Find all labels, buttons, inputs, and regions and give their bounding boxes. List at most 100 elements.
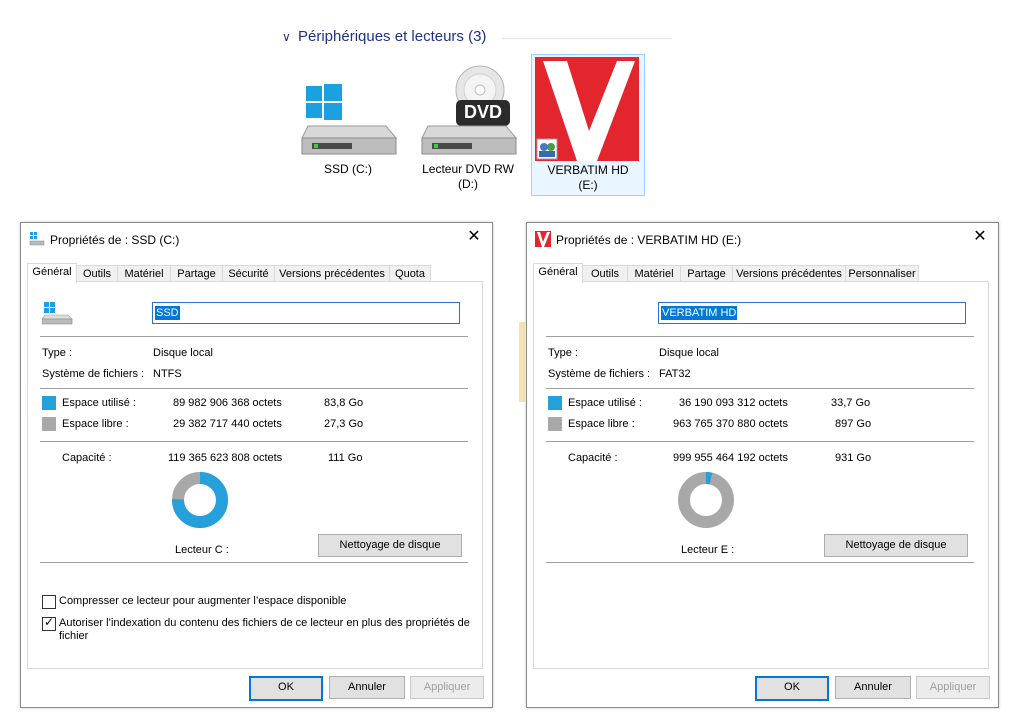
ssd-drive-icon [301, 84, 398, 155]
free-bytes: 29 382 717 440 octets [173, 418, 282, 430]
free-swatch [42, 417, 56, 431]
ok-button[interactable]: OK [249, 676, 323, 701]
drive-label-e-line2: (E:) [578, 178, 598, 192]
capacity-bytes: 999 955 464 192 octets [673, 452, 788, 464]
dialog-title: Propriétés de : VERBATIM HD (E:) [556, 233, 742, 247]
general-panel: VERBATIM HD Type : Disque local Système … [533, 281, 989, 669]
type-label: Type : [42, 347, 72, 359]
drive-item-dvd-d[interactable]: DVD Lecteur DVD RW (D:) [412, 62, 524, 192]
tab-outils[interactable]: Outils [76, 265, 118, 282]
capacity-label: Capacité : [568, 452, 618, 464]
filesystem-label: Système de fichiers : [42, 368, 145, 380]
drive-name-input[interactable]: VERBATIM HD [658, 302, 966, 324]
compress-label: Compresser ce lecteur pour augmenter l’e… [59, 595, 347, 607]
drive-letter-label: Lecteur C : [175, 544, 229, 556]
verbatim-logo-icon [535, 57, 639, 161]
tab-general[interactable]: Général [27, 263, 77, 283]
free-swatch [548, 417, 562, 431]
tab-materiel[interactable]: Matériel [627, 265, 681, 282]
drive-label-c: SSD (C:) [324, 162, 372, 176]
divider [40, 441, 468, 442]
apply-button: Appliquer [916, 676, 990, 699]
used-swatch [42, 396, 56, 410]
divider [40, 336, 468, 337]
ssd-drive-icon [29, 232, 45, 246]
verbatim-logo-icon [535, 231, 551, 247]
tab-versions[interactable]: Versions précédentes [274, 265, 390, 282]
free-short: 27,3 Go [324, 418, 364, 430]
used-label: Espace utilisé : [62, 397, 136, 409]
capacity-short: 111 Go [328, 452, 363, 464]
index-label-line1: Autoriser l’indexation du contenu des fi… [59, 617, 470, 629]
drive-item-ssd-c[interactable]: SSD (C:) [292, 78, 404, 188]
drive-label-d-line2: (D:) [458, 177, 478, 191]
titlebar[interactable]: Propriétés de : SSD (C:) ✕ [21, 223, 492, 253]
divider [546, 388, 974, 389]
used-label: Espace utilisé : [568, 397, 642, 409]
tab-partage[interactable]: Partage [170, 265, 223, 282]
tab-personnaliser[interactable]: Personnaliser [845, 265, 919, 282]
drive-name-value: SSD [155, 306, 180, 320]
properties-dialog-c: Propriétés de : SSD (C:) ✕ Général Outil… [20, 222, 493, 708]
type-value: Disque local [659, 347, 719, 359]
filesystem-value: FAT32 [659, 368, 691, 380]
drive-label-e-line1: VERBATIM HD [547, 163, 629, 177]
divider [40, 388, 468, 389]
tab-versions[interactable]: Versions précédentes [732, 265, 846, 282]
type-value: Disque local [153, 347, 213, 359]
usage-donut-chart [172, 472, 228, 528]
background-window-edge [519, 322, 525, 402]
close-button[interactable]: ✕ [464, 227, 484, 247]
dialog-title: Propriétés de : SSD (C:) [50, 233, 180, 247]
section-divider [502, 38, 672, 39]
free-short: 897 Go [835, 418, 872, 430]
ok-button[interactable]: OK [755, 676, 829, 701]
titlebar[interactable]: Propriétés de : VERBATIM HD (E:) ✕ [527, 223, 998, 253]
close-button[interactable]: ✕ [970, 227, 990, 247]
type-label: Type : [548, 347, 578, 359]
used-bytes: 89 982 906 368 octets [173, 397, 282, 409]
dvd-badge: DVD [463, 102, 502, 122]
divider [546, 336, 974, 337]
index-label-line2: fichier [59, 630, 89, 642]
free-label: Espace libre : [62, 418, 129, 430]
disk-cleanup-button[interactable]: Nettoyage de disque [824, 534, 968, 557]
drive-name-input[interactable]: SSD [152, 302, 460, 324]
index-checkbox[interactable]: ✓ [42, 615, 56, 631]
drive-item-verbatim-e[interactable]: VERBATIM HD (E:) [531, 54, 645, 196]
cancel-button[interactable]: Annuler [329, 676, 405, 699]
free-label: Espace libre : [568, 418, 635, 430]
section-header-devices[interactable]: ∨ Périphériques et lecteurs (3) [282, 28, 672, 50]
ssd-drive-icon [42, 302, 73, 325]
tab-quota[interactable]: Quota [389, 265, 431, 282]
tab-partage[interactable]: Partage [680, 265, 733, 282]
capacity-label: Capacité : [62, 452, 112, 464]
divider [40, 562, 468, 563]
used-bytes: 36 190 093 312 octets [679, 397, 788, 409]
cancel-button[interactable]: Annuler [835, 676, 911, 699]
filesystem-value: NTFS [153, 368, 182, 380]
compress-checkbox[interactable] [42, 595, 56, 609]
divider [546, 562, 974, 563]
general-panel: SSD Type : Disque local Système de fichi… [27, 281, 483, 669]
chevron-down-icon[interactable]: ∨ [282, 30, 291, 44]
capacity-bytes: 119 365 623 808 octets [168, 452, 283, 464]
capacity-short: 931 Go [835, 452, 872, 464]
used-swatch [548, 396, 562, 410]
tab-securite[interactable]: Sécurité [222, 265, 275, 282]
properties-dialog-e: Propriétés de : VERBATIM HD (E:) ✕ Génér… [526, 222, 999, 708]
drive-name-value: VERBATIM HD [661, 306, 738, 320]
disk-cleanup-button[interactable]: Nettoyage de disque [318, 534, 462, 557]
used-short: 83,8 Go [324, 397, 364, 409]
used-short: 33,7 Go [831, 397, 871, 409]
drive-label-d-line1: Lecteur DVD RW [422, 162, 514, 176]
apply-button: Appliquer [410, 676, 484, 699]
tab-outils[interactable]: Outils [582, 265, 628, 282]
drive-letter-label: Lecteur E : [681, 544, 735, 556]
tab-general[interactable]: Général [533, 263, 583, 283]
usage-donut-chart [678, 472, 734, 528]
section-title: Périphériques et lecteurs (3) [298, 28, 487, 45]
divider [546, 441, 974, 442]
donut-free-ring [678, 472, 734, 528]
tab-materiel[interactable]: Matériel [117, 265, 171, 282]
